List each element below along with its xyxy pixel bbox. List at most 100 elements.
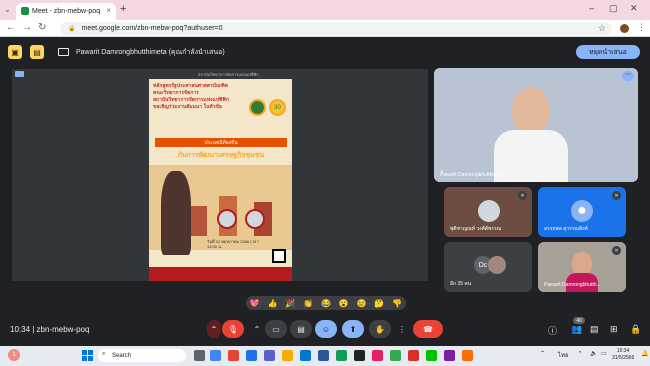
- host-controls-icon[interactable]: 🔒: [630, 324, 641, 335]
- volume-icon[interactable]: 🔈: [590, 350, 597, 357]
- maximize-icon[interactable]: ▢: [609, 3, 618, 14]
- reaction-clap[interactable]: 👏: [303, 299, 313, 308]
- meeting-info-icon[interactable]: ⓘ: [548, 324, 557, 337]
- powerpoint-icon[interactable]: [408, 350, 419, 361]
- reaction-thumbs-up[interactable]: 👍: [268, 299, 278, 308]
- end-call-button[interactable]: ☎: [413, 320, 443, 338]
- reaction-thinking[interactable]: 🤔: [374, 299, 384, 308]
- url-text: meet.google.com/zbn-mebw-poq?authuser=0: [81, 25, 223, 32]
- activities-icon[interactable]: ⊞: [610, 324, 618, 335]
- tray-language[interactable]: ไทย: [558, 350, 569, 360]
- address-bar[interactable]: 🔒 meet.google.com/zbn-mebw-poq?authuser=…: [60, 22, 612, 35]
- poster-line-1: หลักสูตรรัฐประศาสนศาสตรบัณฑิต: [153, 83, 228, 89]
- more-options-icon[interactable]: ⋮: [396, 320, 408, 338]
- bookmark-star-icon[interactable]: ☆: [598, 23, 606, 34]
- close-window-icon[interactable]: ✕: [630, 3, 638, 14]
- word-icon[interactable]: [318, 350, 329, 361]
- captions-side-icon[interactable]: ▣: [8, 45, 22, 59]
- app-icon[interactable]: [336, 350, 347, 361]
- tab-title: Meet - zbn-mebw-poq: [32, 8, 101, 15]
- app-icon[interactable]: [372, 350, 383, 361]
- tile-name: อรรถพล สุวรรณสิงห์: [544, 226, 588, 232]
- others-avatar: [488, 256, 506, 274]
- shared-screen: สถาบันวิทยาการจัดการแห่งแปซิฟิก หลักสูตร…: [12, 69, 428, 291]
- event-info: วันที่ 31 พฤษภาคม 2566 เวลา 13.00 น.: [207, 239, 259, 249]
- tab-meet[interactable]: Meet - zbn-mebw-poq ×: [16, 3, 116, 20]
- close-tab-icon[interactable]: ×: [106, 6, 111, 15]
- app-icon[interactable]: [210, 350, 221, 361]
- reaction-bar: 💖 👍 🎉 👏 😂 😮 😢 🤔 👎: [246, 296, 406, 310]
- battery-icon[interactable]: ▭: [601, 350, 607, 357]
- speaker-video-tile[interactable]: Pawarit Damrongbhutthimeta ⋯: [434, 68, 638, 182]
- reaction-laugh[interactable]: 😂: [321, 299, 331, 308]
- chrome-icon[interactable]: [390, 350, 401, 361]
- reaction-surprise[interactable]: 😮: [339, 299, 349, 308]
- browser-menu-icon[interactable]: ⋮: [637, 22, 646, 33]
- self-video-tile[interactable]: ✕ Pawarit Damrongbhutth...: [538, 242, 626, 292]
- teams-icon[interactable]: [264, 350, 275, 361]
- meeting-code: 10:34 | zbn-mebw-poq: [10, 325, 90, 334]
- clock-time: 10:34: [616, 348, 630, 354]
- task-view-icon[interactable]: [194, 350, 205, 361]
- speaker-face: [512, 88, 550, 134]
- camera-button[interactable]: ▭: [265, 320, 287, 338]
- meet-stage: ▣ ▤ Pawarit Damrongbhutthimeta (คุณกำลัง…: [0, 37, 650, 346]
- edge-icon[interactable]: [300, 350, 311, 361]
- tab-search-icon[interactable]: ⌄: [4, 5, 11, 14]
- weather-widget-icon[interactable]: 1: [8, 349, 20, 361]
- captions-button[interactable]: ▤: [290, 320, 312, 338]
- lock-icon: 🔒: [68, 26, 76, 32]
- camera-options-icon[interactable]: ⌃: [250, 320, 264, 338]
- participant-avatar: [478, 200, 500, 222]
- clock-date: 31/5/2566: [612, 355, 635, 361]
- present-button[interactable]: ⬆: [342, 320, 364, 338]
- people-icon[interactable]: 👥: [571, 324, 582, 335]
- app-icon[interactable]: [444, 350, 455, 361]
- chrome-icon[interactable]: [228, 350, 239, 361]
- reaction-sad[interactable]: 😢: [356, 299, 366, 308]
- university-seal-icon: [249, 99, 266, 116]
- emoji-button[interactable]: ☺: [315, 320, 337, 338]
- reaction-heart[interactable]: 💖: [250, 299, 260, 308]
- poster-line-2: คณะวิทยาการจัดการ: [153, 90, 199, 96]
- participant-tile[interactable]: ● ✕ อรรถพล สุวรรณสิงห์: [538, 187, 626, 237]
- minimize-icon[interactable]: –: [589, 3, 594, 13]
- windows-start-icon[interactable]: [82, 350, 93, 361]
- new-tab-button[interactable]: +: [120, 3, 126, 15]
- tray-chevron-icon[interactable]: ⌃: [540, 350, 545, 357]
- taskbar-clock[interactable]: 10:34 31/5/2566: [612, 348, 634, 362]
- wifi-icon[interactable]: ◔: [578, 350, 582, 356]
- notes-side-icon[interactable]: ▤: [30, 45, 44, 59]
- participant-tile[interactable]: ✕ พุติชาญณท์ วงศ์ตัพรรณ: [444, 187, 532, 237]
- present-screen-icon: [58, 48, 69, 56]
- mic-options-icon[interactable]: ⌃: [207, 320, 221, 338]
- line-icon[interactable]: [426, 350, 437, 361]
- back-icon[interactable]: ←: [6, 22, 16, 33]
- poster-banner: ประเพณีท้องถิ่น: [155, 138, 287, 147]
- reaction-party[interactable]: 🎉: [285, 299, 295, 308]
- forward-icon[interactable]: →: [22, 22, 32, 33]
- tile-name: Pawarit Damrongbhutth...: [544, 282, 601, 288]
- reaction-thumbs-down[interactable]: 👎: [392, 299, 402, 308]
- app-icon[interactable]: [246, 350, 257, 361]
- mic-off-button[interactable]: 🎙: [222, 320, 244, 338]
- explorer-icon[interactable]: [282, 350, 293, 361]
- raise-hand-button[interactable]: ✋: [369, 320, 391, 338]
- profile-avatar[interactable]: [620, 24, 629, 33]
- app-icon[interactable]: [354, 350, 365, 361]
- poster-footer: [149, 267, 292, 281]
- pdf-menu-icon: [15, 71, 24, 77]
- chat-icon[interactable]: ▤: [590, 324, 599, 335]
- poster-line-4: ขอเชิญร่วมงานสัมมนา ในหัวข้อ: [153, 104, 222, 110]
- mic-off-icon: ✕: [612, 191, 621, 200]
- taskbar-search[interactable]: ⌕ Search: [98, 349, 186, 362]
- others-tile[interactable]: Dc อีก 35 คน: [444, 242, 532, 292]
- reload-icon[interactable]: ↻: [38, 22, 46, 33]
- stop-presenting-button[interactable]: หยุดนำเสนอ: [576, 45, 640, 59]
- tile-name: อีก 35 คน: [450, 281, 472, 287]
- app-icon[interactable]: [462, 350, 473, 361]
- tile-name: Pawarit Damrongbhutthimeta: [440, 172, 505, 178]
- hidden-tiles-icon[interactable]: ◐: [440, 167, 445, 176]
- notification-icon[interactable]: 🔔: [641, 350, 648, 357]
- tile-options-icon[interactable]: ⋯: [622, 71, 634, 81]
